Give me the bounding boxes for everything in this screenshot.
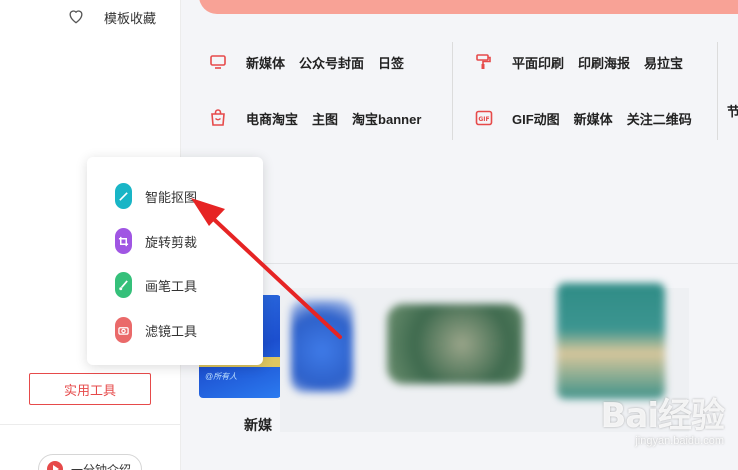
favorites-label: 模板收藏 (104, 11, 157, 26)
category-link[interactable]: 公众号封面 (299, 53, 364, 72)
thumbnail-text: @所有人 (205, 372, 238, 381)
menu-item-filter-tool[interactable]: 滤镜工具 (115, 317, 197, 343)
category-row-new-media: 新媒体 公众号封面 日签 (208, 52, 418, 72)
crop-icon (115, 228, 132, 254)
category-link[interactable]: 平面印刷 (512, 53, 564, 72)
template-card-thumbnail[interactable] (387, 304, 523, 384)
template-card-thumbnail[interactable] (291, 300, 353, 392)
category-link[interactable]: 淘宝banner (352, 109, 421, 128)
play-icon (47, 461, 63, 470)
category-link[interactable]: 新媒体 (246, 53, 285, 72)
brush-icon (115, 272, 132, 298)
menu-item-label: 画笔工具 (145, 278, 198, 294)
category-link[interactable]: 电商淘宝 (246, 109, 298, 128)
one-minute-label: 一分钟介绍 (71, 462, 132, 470)
top-banner[interactable] (199, 0, 738, 14)
category-row-gif: GIF GIF动图 新媒体 关注二维码 (474, 108, 706, 128)
menu-item-label: 智能抠图 (145, 189, 198, 205)
category-link[interactable]: 印刷海报 (578, 53, 630, 72)
paint-roller-icon (474, 52, 494, 72)
magic-wand-icon (115, 183, 132, 209)
sidebar-divider (0, 424, 181, 425)
one-minute-intro-button[interactable]: 一分钟介绍 (38, 454, 142, 470)
category-link[interactable]: 新媒体 (574, 109, 613, 128)
utility-tools-popup-menu: 智能抠图 旋转剪裁 画笔工具 滤镜工具 (87, 157, 263, 365)
category-link-partial[interactable]: 节 (727, 101, 738, 120)
category-row-ecommerce: 电商淘宝 主图 淘宝banner (208, 108, 435, 128)
favorites-link[interactable]: 模板收藏 (66, 6, 156, 29)
menu-item-brush-tool[interactable]: 画笔工具 (115, 272, 197, 298)
svg-text:GIF: GIF (478, 116, 489, 123)
category-link[interactable]: 日签 (378, 53, 404, 72)
category-link[interactable]: 主图 (312, 109, 338, 128)
utility-tools-button[interactable]: 实用工具 (29, 373, 151, 405)
category-link[interactable]: 关注二维码 (627, 109, 692, 128)
category-link[interactable]: 易拉宝 (644, 53, 683, 72)
category-divider (452, 42, 453, 140)
heart-icon (66, 6, 86, 29)
watermark-brand: Bai经验 (600, 396, 725, 436)
camera-icon (115, 317, 132, 343)
menu-item-smart-cutout[interactable]: 智能抠图 (115, 183, 197, 209)
gif-icon: GIF (474, 108, 494, 128)
template-card-thumbnail[interactable] (557, 283, 665, 399)
category-row-print: 平面印刷 印刷海报 易拉宝 (474, 52, 697, 72)
category-link[interactable]: GIF动图 (512, 109, 560, 128)
menu-item-label: 旋转剪裁 (145, 234, 198, 250)
menu-item-rotate-crop[interactable]: 旋转剪裁 (115, 228, 197, 254)
section-divider (181, 263, 738, 264)
baidu-jingyan-watermark: Bai经验 jingyan.baidu.com (600, 388, 725, 447)
category-divider (717, 42, 718, 140)
shopping-bag-icon (208, 108, 228, 128)
monitor-icon (208, 52, 228, 72)
template-card-label: 新媒 (244, 417, 272, 433)
menu-item-label: 滤镜工具 (145, 323, 198, 339)
